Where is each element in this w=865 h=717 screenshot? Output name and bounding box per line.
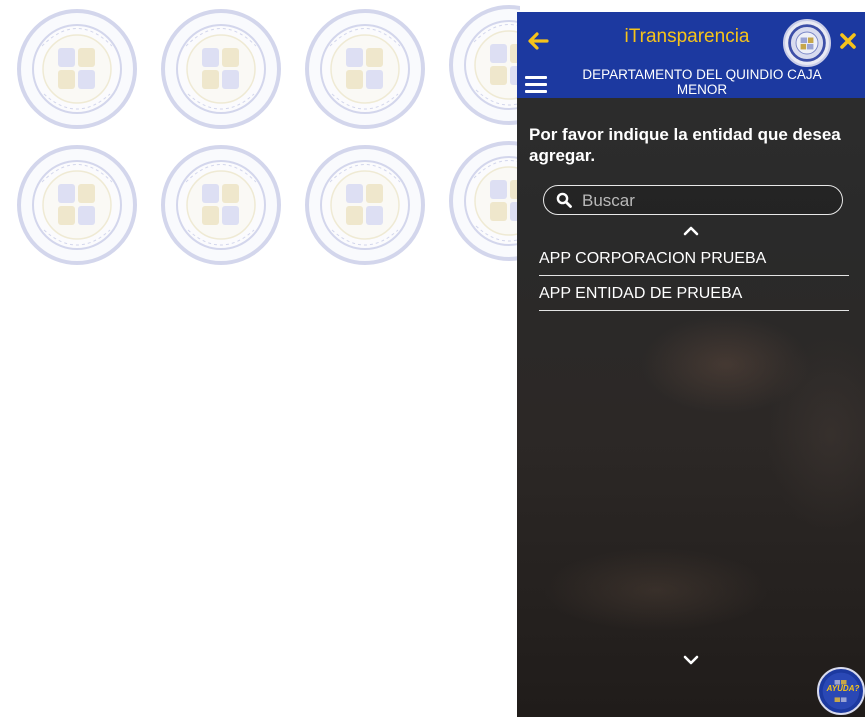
list-item-app-entidad-de-prueba[interactable]: APP ENTIDAD DE PRUEBA	[539, 278, 849, 311]
entity-list: APP CORPORACION PRUEBA APP ENTIDAD DE PR…	[539, 243, 849, 311]
list-item-app-corporacion-prueba[interactable]: APP CORPORACION PRUEBA	[539, 243, 849, 276]
hamburger-menu-icon[interactable]	[525, 76, 547, 93]
watermark-seal	[302, 6, 428, 132]
pct-seal-icon	[17, 145, 137, 265]
close-icon[interactable]	[837, 30, 859, 52]
watermark-seal	[14, 6, 140, 132]
scroll-down-chevron-icon[interactable]	[683, 655, 699, 665]
watermark-seal	[302, 142, 428, 268]
pct-seal-icon	[305, 145, 425, 265]
help-button[interactable]: AYUDA?	[817, 667, 865, 715]
pct-seal-icon	[449, 141, 520, 261]
pct-seal-icon	[305, 9, 425, 129]
entity-title: DEPARTAMENTO DEL QUINDIO CAJA MENOR	[582, 67, 822, 97]
app-logo	[783, 19, 831, 67]
watermark-seal	[446, 138, 520, 264]
top-bar: iTransparencia DEPARTAMENTO DEL QUINDIO …	[517, 12, 865, 98]
watermark-area	[0, 0, 520, 290]
search-box	[543, 185, 843, 215]
search-input[interactable]	[580, 189, 834, 213]
watermark-seal	[158, 6, 284, 132]
search-icon	[556, 192, 572, 208]
arrow-left-icon[interactable]	[525, 28, 551, 54]
add-entity-prompt: Por favor indique la entidad que desea a…	[529, 125, 841, 165]
pct-seal-icon	[449, 5, 520, 125]
scroll-up-chevron-icon[interactable]	[683, 226, 699, 236]
pct-seal-icon	[17, 9, 137, 129]
app-title: iTransparencia	[624, 26, 750, 47]
help-label: AYUDA?	[826, 684, 860, 693]
watermark-seal	[158, 142, 284, 268]
app-panel: iTransparencia DEPARTAMENTO DEL QUINDIO …	[517, 12, 865, 717]
pct-seal-icon	[161, 9, 281, 129]
watermark-seal	[446, 2, 520, 128]
watermark-seal	[14, 142, 140, 268]
pct-seal-icon	[161, 145, 281, 265]
